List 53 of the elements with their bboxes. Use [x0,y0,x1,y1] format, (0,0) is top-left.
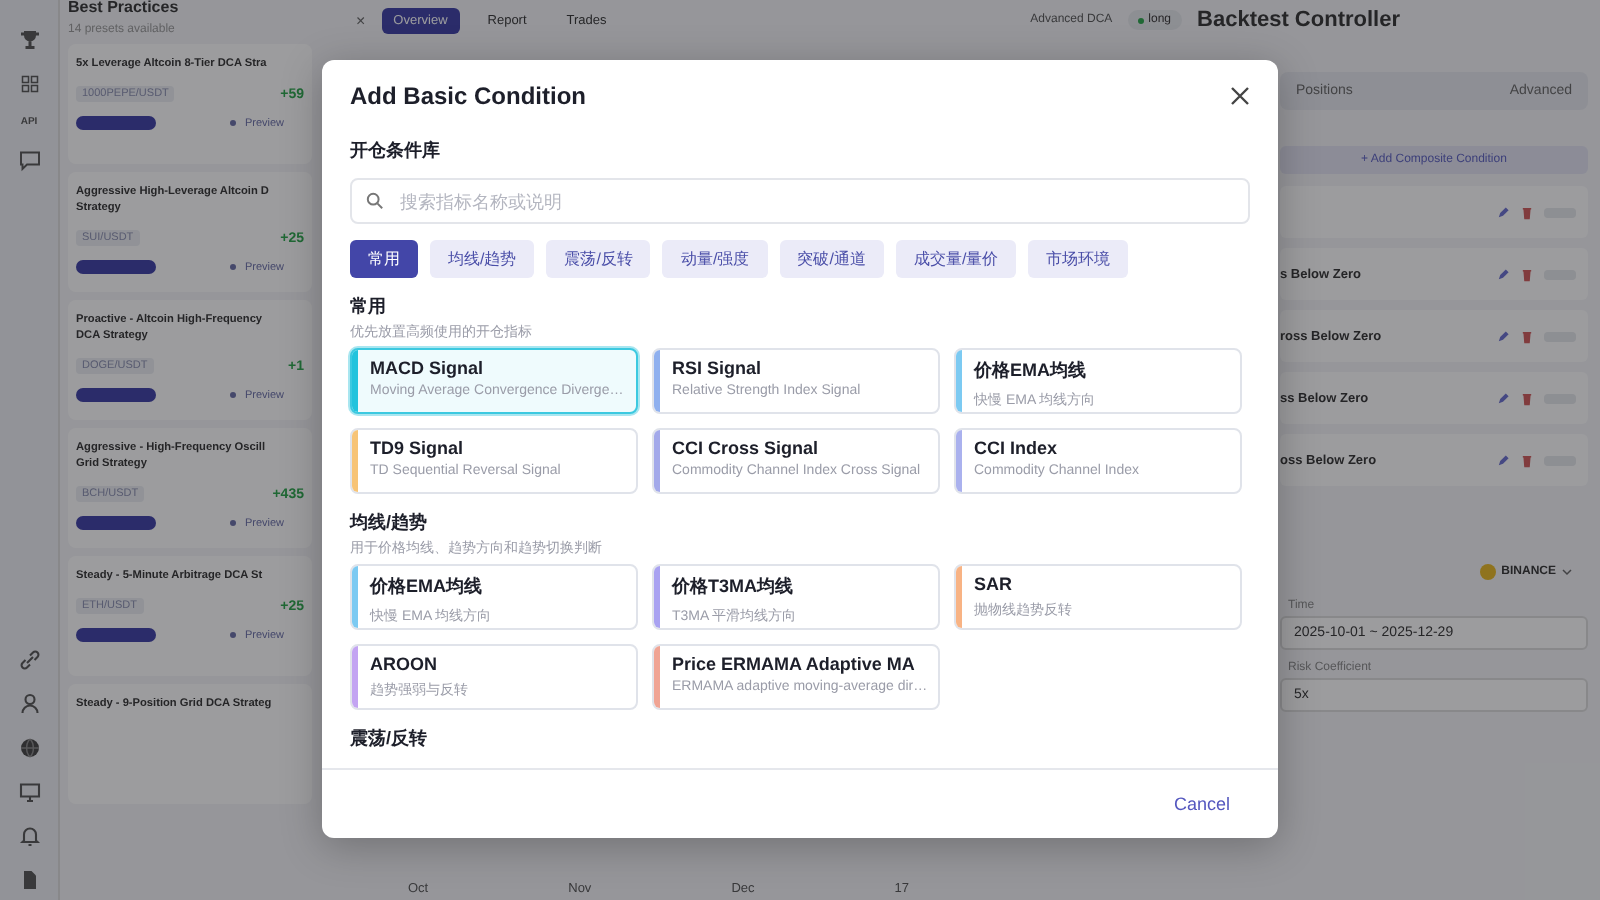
start-pill[interactable] [76,260,156,274]
cancel-button[interactable]: Cancel [1173,788,1230,820]
list-heading: Best Practices [68,0,181,16]
trash-icon[interactable] [1520,453,1534,467]
monitor-icon[interactable] [17,780,41,804]
trash-icon[interactable] [1520,267,1534,281]
page-title: Backtest Controller [1197,8,1400,32]
condition-name: SAR [974,574,1015,594]
bell-icon[interactable] [17,824,41,848]
category-tab[interactable]: 均线/趋势 [430,240,535,278]
group-title: 震荡/反转 [350,726,430,752]
group-title: 常用 [350,294,388,320]
section-title: 开仓条件库 [350,138,442,164]
condition-name: 价格T3MA均线 [672,574,795,600]
category-tab[interactable]: 突破/通道 [779,240,884,278]
trash-icon[interactable] [1520,391,1534,405]
globe-icon[interactable] [17,736,41,760]
start-pill[interactable] [76,116,156,130]
grid-icon[interactable] [17,72,41,96]
category-tab[interactable]: 动量/强度 [662,240,768,278]
condition-name: CCI Index [974,438,1060,458]
edit-icon[interactable] [1496,329,1510,343]
group-title: 均线/趋势 [350,510,430,536]
condition-name: Price ERMAMA Adaptive MA [672,654,917,674]
close-icon[interactable] [1230,86,1250,106]
start-pill[interactable] [76,628,156,642]
condition-name: MACD Signal [370,358,486,378]
condition-name: RSI Signal [672,358,764,378]
trash-icon[interactable] [1520,205,1534,219]
edit-icon[interactable] [1496,267,1510,281]
category-tab[interactable]: 震荡/反转 [546,240,651,278]
close-icon[interactable]: × [356,11,366,29]
chevron-down-icon [1562,568,1572,576]
dialog-title: Add Basic Condition [350,82,586,110]
search-field[interactable]: 搜索指标名称或说明 [350,178,1250,224]
trash-icon[interactable] [1520,329,1534,343]
edit-icon[interactable] [1496,205,1510,219]
start-pill[interactable] [76,388,156,402]
condition-name: 价格EMA均线 [974,358,1088,384]
category-tab[interactable]: 市场环境 [1028,240,1129,278]
edit-icon[interactable] [1496,453,1510,467]
trophy-icon[interactable] [17,28,41,52]
condition-name: TD9 Signal [370,438,466,458]
edit-icon[interactable] [1496,391,1510,405]
start-pill[interactable] [76,516,156,530]
condition-name: 价格EMA均线 [370,574,484,600]
category-tab[interactable]: 常用 [350,240,418,278]
link-icon[interactable] [17,648,41,672]
chat-icon[interactable] [17,148,41,172]
condition-name: AROON [370,654,439,674]
category-tab[interactable]: 成交量/量价 [895,240,1017,278]
condition-name: CCI Cross Signal [672,438,821,458]
user-icon[interactable] [17,692,41,716]
